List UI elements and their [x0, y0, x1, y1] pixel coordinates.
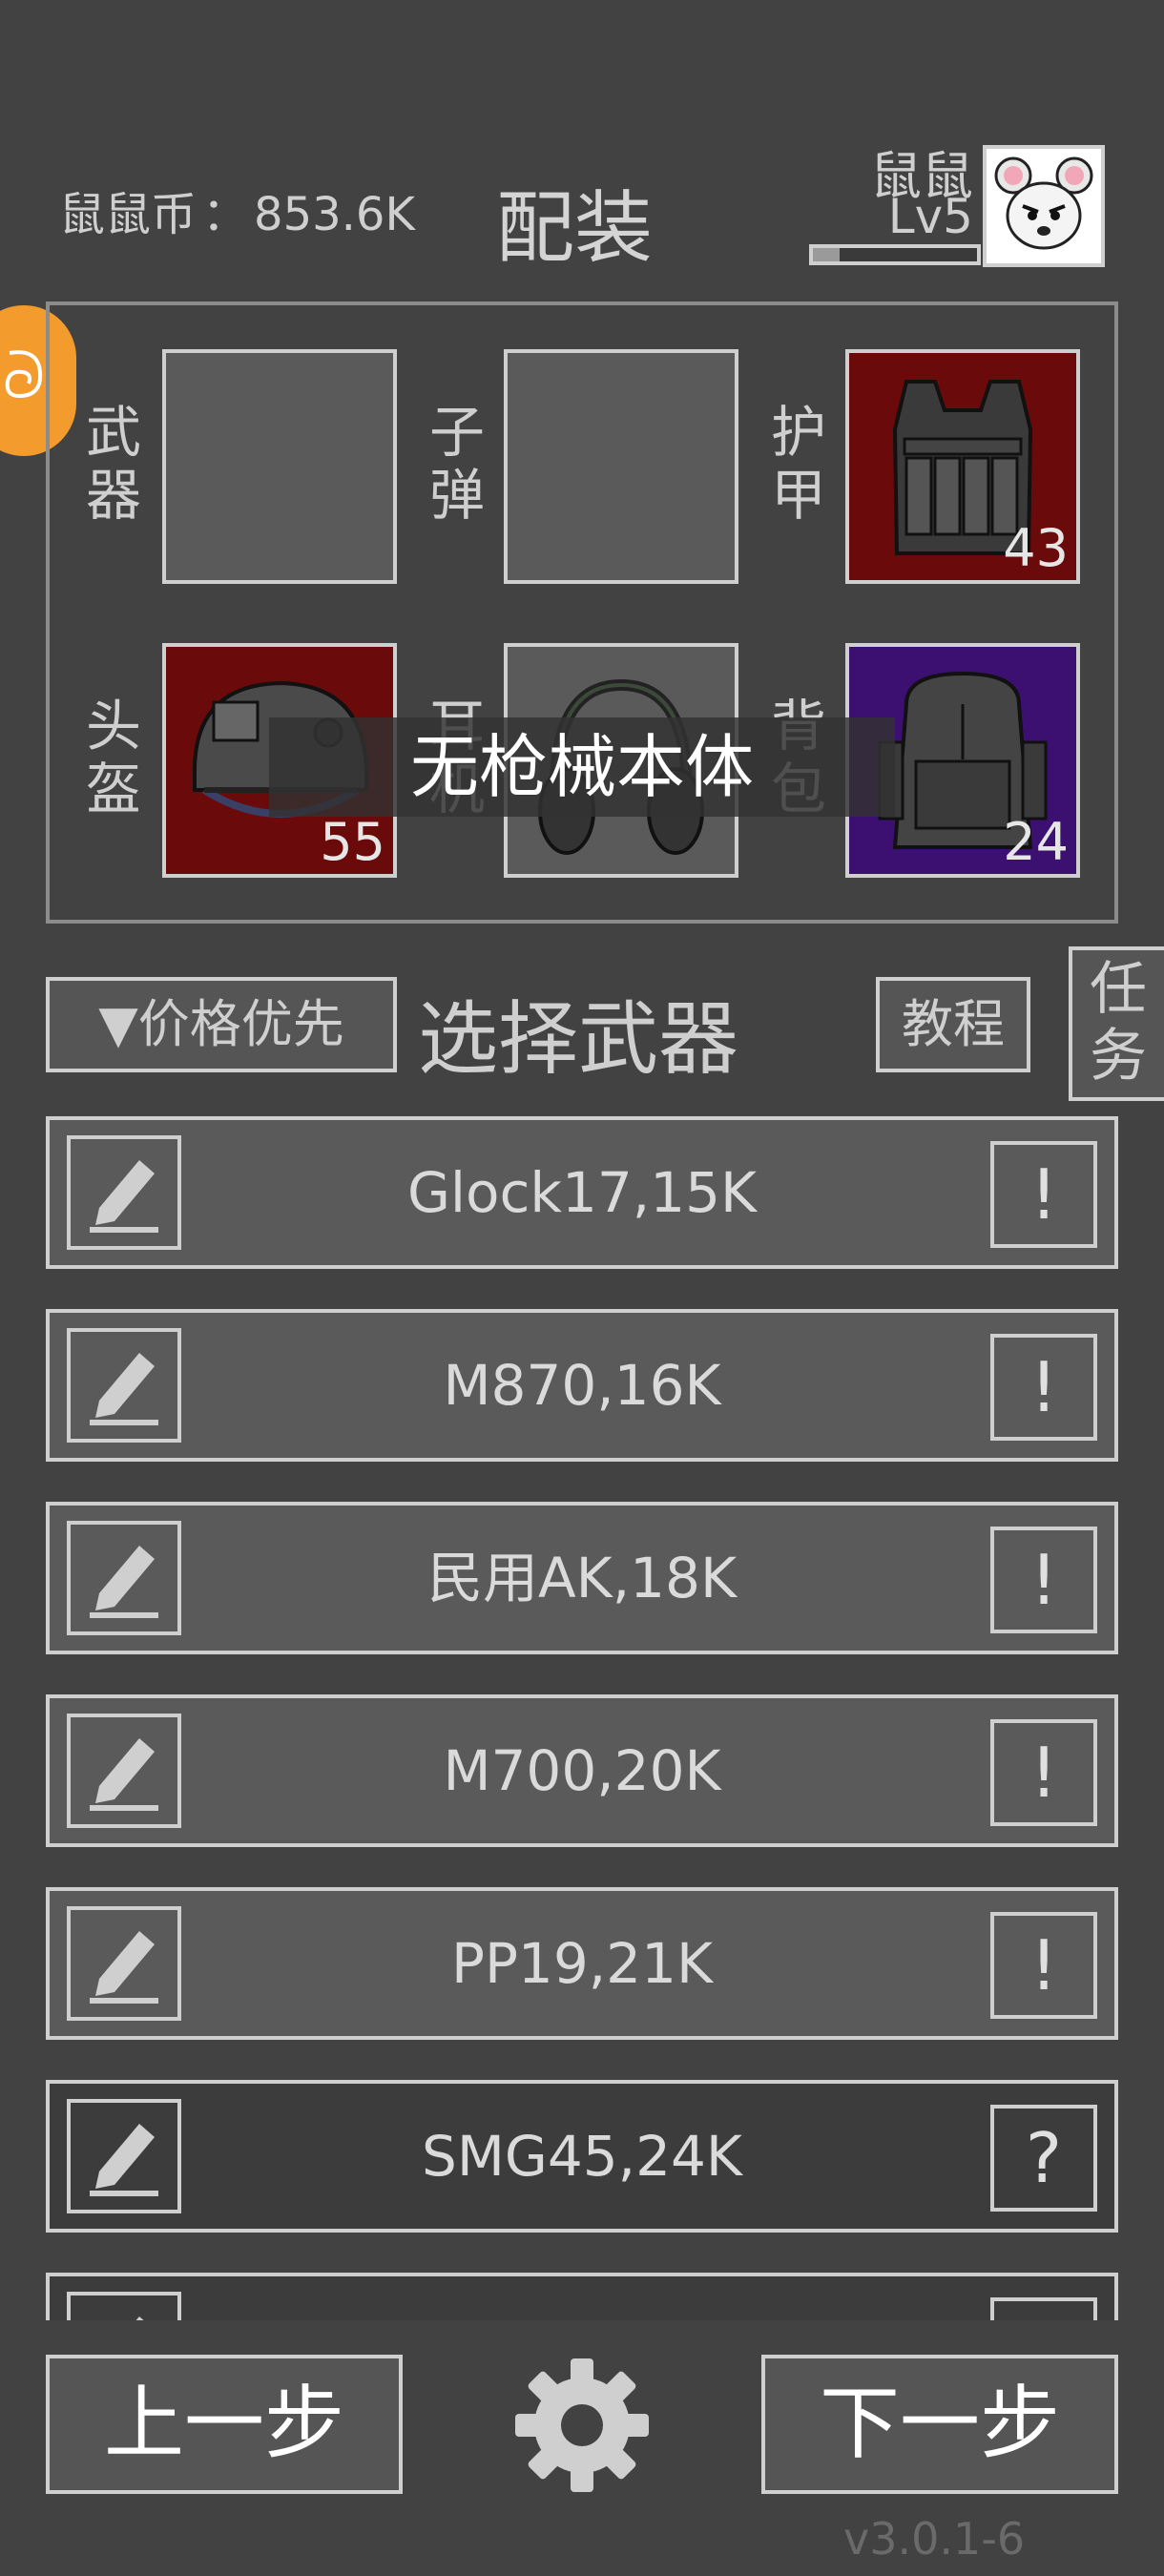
version-label: v3.0.1-6: [843, 2513, 1026, 2565]
prev-step-button[interactable]: 上一步: [46, 2355, 403, 2494]
edit-button[interactable]: [67, 1714, 181, 1828]
ammo-slot[interactable]: [504, 349, 738, 584]
info-button[interactable]: !: [990, 1527, 1097, 1633]
weapon-name: M700,20K: [443, 1738, 721, 1803]
weapon-name: SMG45,24K: [422, 2124, 742, 2189]
info-button[interactable]: !: [990, 1334, 1097, 1441]
next-step-button[interactable]: 下一步: [761, 2355, 1118, 2494]
ammo-slot-label: 子弹: [428, 400, 485, 528]
weapon-slot[interactable]: [162, 349, 397, 584]
gear-icon: [515, 2358, 649, 2492]
pencil-icon: [135, 2316, 144, 2320]
info-button[interactable]: ?: [990, 2297, 1097, 2320]
edit-button[interactable]: [67, 1135, 181, 1250]
helmet-slot-label: 头盔: [85, 694, 141, 821]
weapon-row[interactable]: PP19,21K !: [46, 1887, 1118, 2040]
pencil-icon: [90, 1931, 158, 2004]
edit-button[interactable]: [67, 2099, 181, 2213]
backpack-durability: 24: [1003, 812, 1069, 872]
tasks-button[interactable]: 任 务: [1069, 946, 1164, 1101]
weapon-name: [193, 2276, 971, 2320]
xp-bar: [809, 244, 981, 265]
weapon-slot-label: 武器: [85, 400, 141, 528]
weapon-name: PP19,21K: [450, 1931, 714, 1996]
tasks-label-2: 务: [1090, 1023, 1147, 1090]
weapon-row[interactable]: 民用AK,18K !: [46, 1502, 1118, 1654]
edit-button[interactable]: [67, 1328, 181, 1443]
tasks-label-1: 任: [1090, 956, 1147, 1023]
edit-button[interactable]: [67, 1906, 181, 2021]
pencil-icon: [90, 1160, 158, 1233]
currency-value: 853.6K: [254, 188, 415, 241]
weapon-row[interactable]: Glock17,15K !: [46, 1116, 1118, 1269]
page-title: 配装: [496, 183, 654, 274]
weapon-name: Glock17,15K: [406, 1160, 758, 1225]
pencil-icon: [90, 1353, 158, 1425]
currency-display: 鼠鼠币： 853.6K: [59, 177, 415, 243]
mouse-avatar-icon: [987, 149, 1101, 263]
armor-slot-label: 护甲: [770, 400, 826, 528]
pencil-icon: [90, 1546, 158, 1618]
info-button[interactable]: !: [990, 1912, 1097, 2019]
xp-bar-fill: [813, 248, 840, 261]
pencil-icon: [90, 1738, 158, 1811]
weapon-list[interactable]: Glock17,15K ! M870,16K ! 民用AK,18K ! M700…: [46, 1116, 1118, 2320]
player-level: Lv5: [887, 189, 973, 244]
weapon-row[interactable]: SMG45,24K ?: [46, 2080, 1118, 2233]
edit-button[interactable]: [67, 2292, 181, 2320]
settings-button[interactable]: [511, 2355, 653, 2496]
sort-button[interactable]: ▼价格优先: [46, 977, 397, 1072]
helmet-durability: 55: [320, 812, 385, 872]
section-title: 选择武器: [418, 992, 739, 1086]
player-avatar[interactable]: [983, 145, 1105, 267]
edit-button[interactable]: [67, 1521, 181, 1635]
weapon-name: 民用AK,18K: [427, 1546, 737, 1610]
weapon-row[interactable]: M700,20K !: [46, 1694, 1118, 1847]
info-button[interactable]: ?: [990, 2105, 1097, 2212]
pencil-icon: [90, 2124, 158, 2196]
info-button[interactable]: !: [990, 1141, 1097, 1248]
weapon-row[interactable]: M870,16K !: [46, 1309, 1118, 1462]
currency-separator: ：: [202, 188, 249, 241]
armor-slot[interactable]: 43: [845, 349, 1080, 584]
toast-message: 无枪械本体: [269, 717, 895, 817]
info-button[interactable]: !: [990, 1719, 1097, 1826]
armor-durability: 43: [1003, 518, 1069, 578]
currency-label: 鼠鼠币: [59, 188, 197, 241]
tutorial-button[interactable]: 教程: [876, 977, 1030, 1072]
spiral-icon: [5, 350, 43, 399]
weapon-row[interactable]: ?: [46, 2273, 1118, 2320]
weapon-name: M870,16K: [443, 1353, 721, 1418]
